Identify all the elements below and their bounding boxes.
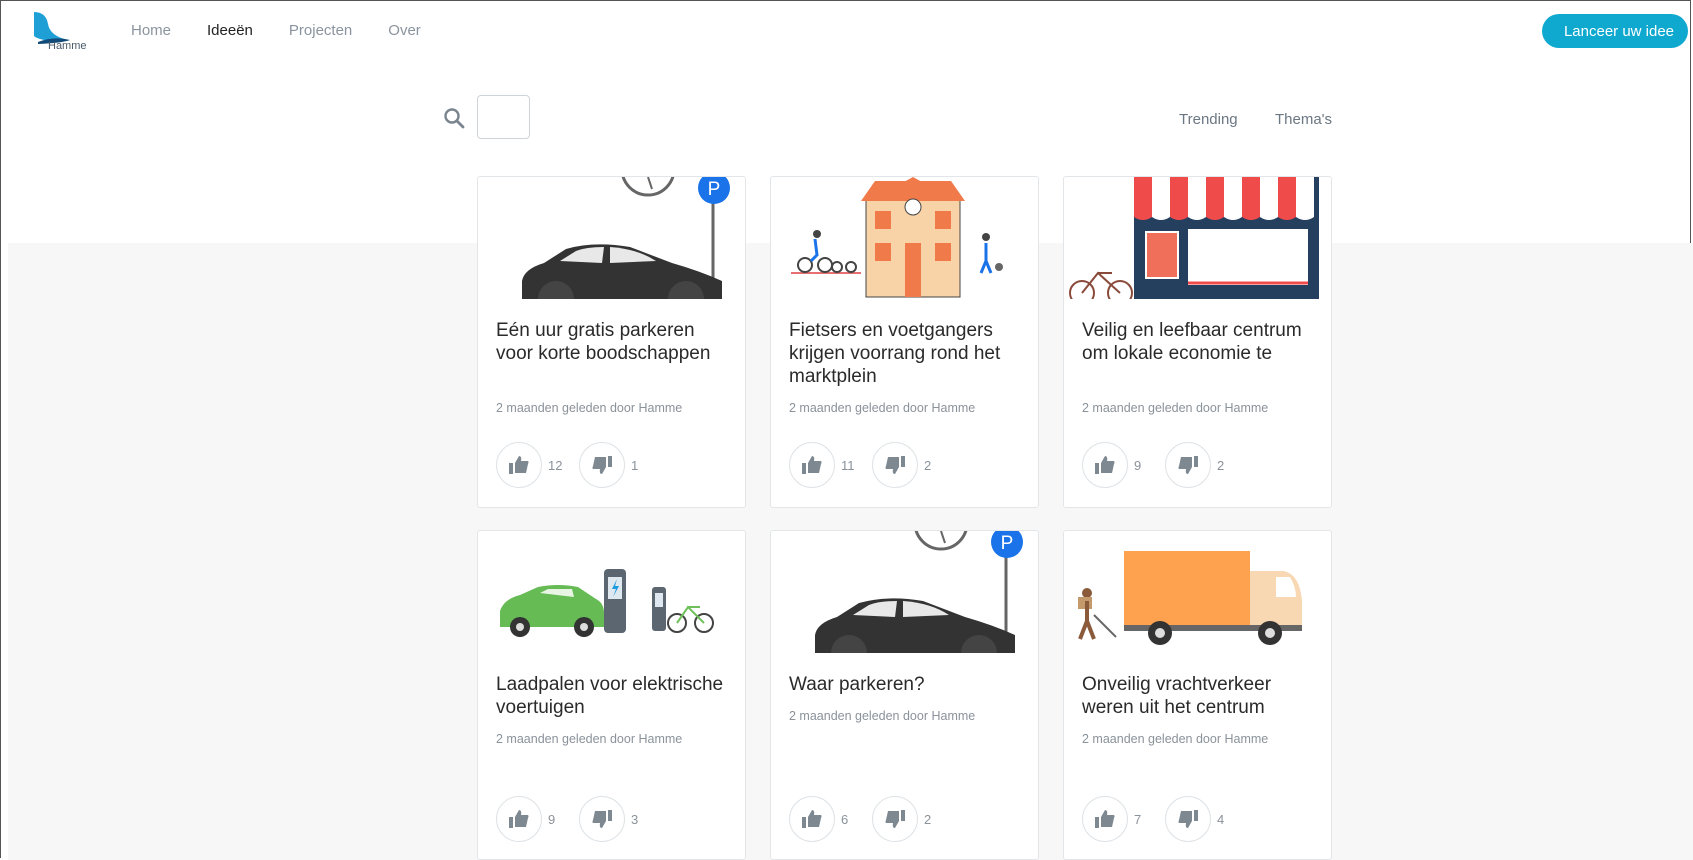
downvote-group: 4 <box>1165 796 1224 842</box>
downvote-count: 3 <box>631 811 639 827</box>
idea-card[interactable]: Veilig en leefbaar centrum om lokale eco… <box>1063 176 1332 508</box>
upvote-button[interactable] <box>1082 442 1128 488</box>
filter-themas[interactable]: Thema's <box>1275 111 1332 128</box>
thumbs-down-icon <box>592 810 612 828</box>
downvote-button[interactable] <box>1165 796 1211 842</box>
thumbs-up-icon <box>802 810 822 828</box>
upvote-group: 12 <box>496 442 562 488</box>
card-title[interactable]: Fietsers en voetgangers krijgen voorrang… <box>789 319 1024 388</box>
downvote-button[interactable] <box>579 796 625 842</box>
launch-idea-button[interactable]: Lanceer uw idee <box>1542 14 1688 48</box>
nav-projecten[interactable]: Projecten <box>289 22 352 39</box>
downvote-group: 2 <box>872 796 931 842</box>
nav-over[interactable]: Over <box>388 22 421 39</box>
downvote-count: 2 <box>1217 457 1225 473</box>
thumbs-down-icon <box>885 456 905 474</box>
card-title[interactable]: Veilig en leefbaar centrum om lokale eco… <box>1082 319 1317 365</box>
card-meta: 2 maanden geleden door Hamme <box>496 401 683 415</box>
downvote-count: 2 <box>924 811 932 827</box>
parked-car-illustration: P <box>522 177 730 299</box>
card-meta: 2 maanden geleden door Hamme <box>1082 732 1269 746</box>
upvote-group: 7 <box>1082 796 1141 842</box>
upvote-group: 6 <box>789 796 848 842</box>
downvote-group: 2 <box>1165 442 1224 488</box>
idea-card[interactable]: Fietsers en voetgangers krijgen voorrang… <box>770 176 1039 508</box>
idea-card[interactable]: P Eén uur gratis parkeren voor korte boo… <box>477 176 746 508</box>
svg-text:P: P <box>1001 533 1014 554</box>
downvote-button[interactable] <box>872 796 918 842</box>
upvote-count: 6 <box>841 811 849 827</box>
main-nav: Home Ideeën Projecten Over <box>131 22 421 39</box>
downvote-group: 3 <box>579 796 638 842</box>
logo-text: Hamme <box>48 40 87 52</box>
search-input[interactable] <box>477 95 530 139</box>
upvote-button[interactable] <box>789 796 835 842</box>
card-title[interactable]: Onveilig vrachtverkeer weren uit het cen… <box>1082 673 1317 719</box>
idea-card[interactable]: P Waar parkeren? 2 maanden geleden door … <box>770 530 1039 860</box>
downvote-count: 1 <box>631 457 639 473</box>
upvote-count: 11 <box>841 457 855 473</box>
card-title[interactable]: Laadpalen voor elektrische voertuigen <box>496 673 731 719</box>
thumbs-down-icon <box>885 810 905 828</box>
downvote-button[interactable] <box>579 442 625 488</box>
charging-station-illustration <box>500 569 714 637</box>
downvote-group: 2 <box>872 442 931 488</box>
upvote-button[interactable] <box>789 442 835 488</box>
thumbs-up-icon <box>1095 456 1115 474</box>
downvote-group: 1 <box>579 442 638 488</box>
downvote-button[interactable] <box>1165 442 1211 488</box>
nav-home[interactable]: Home <box>131 22 171 39</box>
thumbs-up-icon <box>509 456 529 474</box>
card-meta: 2 maanden geleden door Hamme <box>496 732 683 746</box>
nav-ideeen[interactable]: Ideeën <box>207 22 253 39</box>
card-title[interactable]: Eén uur gratis parkeren voor korte boods… <box>496 319 731 365</box>
downvote-count: 2 <box>924 457 932 473</box>
truck-illustration <box>1078 551 1302 645</box>
thumbs-down-icon <box>1178 810 1198 828</box>
market-square-illustration <box>791 177 1003 298</box>
card-meta: 2 maanden geleden door Hamme <box>789 709 976 723</box>
card-meta: 2 maanden geleden door Hamme <box>789 401 976 415</box>
card-meta: 2 maanden geleden door Hamme <box>1082 401 1269 415</box>
downvote-button[interactable] <box>872 442 918 488</box>
upvote-button[interactable] <box>496 442 542 488</box>
downvote-count: 4 <box>1217 811 1225 827</box>
upvote-group: 9 <box>496 796 555 842</box>
upvote-button[interactable] <box>1082 796 1128 842</box>
upvote-group: 9 <box>1082 442 1141 488</box>
shopfront-illustration <box>1069 177 1319 299</box>
thumbs-down-icon <box>1178 456 1198 474</box>
idea-card[interactable]: Laadpalen voor elektrische voertuigen 2 … <box>477 530 746 860</box>
upvote-count: 9 <box>548 811 556 827</box>
upvote-group: 11 <box>789 442 855 488</box>
upvote-button[interactable] <box>496 796 542 842</box>
upvote-count: 7 <box>1134 811 1142 827</box>
thumbs-up-icon <box>802 456 822 474</box>
upvote-count: 9 <box>1134 457 1142 473</box>
card-title[interactable]: Waar parkeren? <box>789 673 1024 696</box>
svg-text:P: P <box>708 179 721 200</box>
thumbs-up-icon <box>1095 810 1115 828</box>
thumbs-down-icon <box>592 456 612 474</box>
parked-car-illustration: P <box>815 531 1023 653</box>
upvote-count: 12 <box>548 457 563 473</box>
idea-card[interactable]: Onveilig vrachtverkeer weren uit het cen… <box>1063 530 1332 860</box>
filter-trending[interactable]: Trending <box>1179 111 1238 128</box>
search-icon[interactable] <box>443 107 465 129</box>
thumbs-up-icon <box>509 810 529 828</box>
